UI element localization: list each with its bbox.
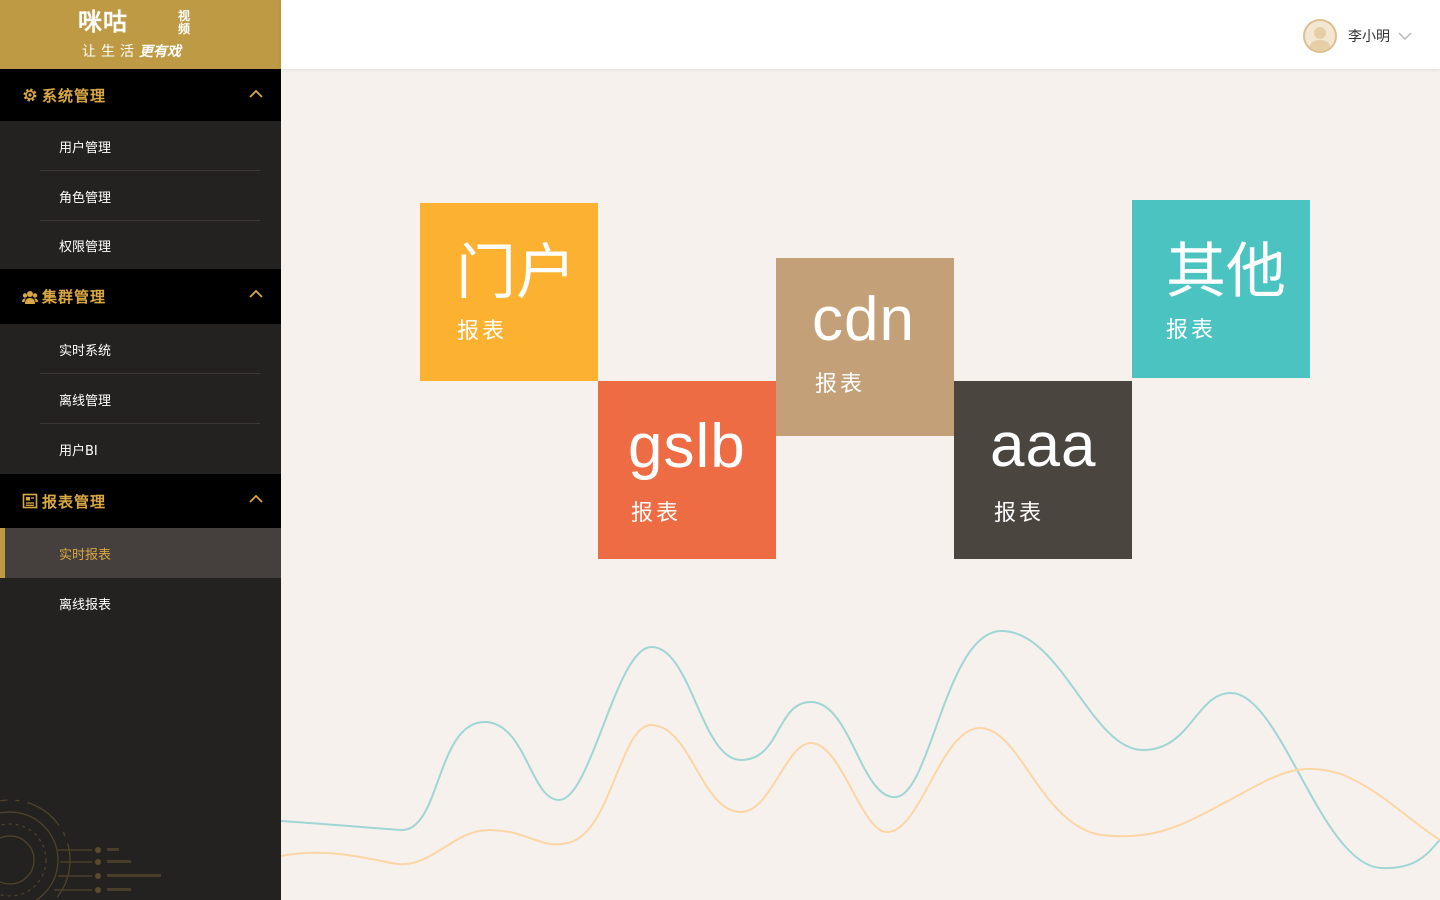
sidebar-item-permission-management[interactable]: 权限管理 <box>0 221 281 269</box>
decorative-wave-lines <box>281 629 1440 870</box>
group-icon <box>22 289 38 305</box>
sidebar-item-role-management[interactable]: 角色管理 <box>0 171 281 221</box>
chevron-up-icon[interactable] <box>249 492 263 506</box>
sidebar-item-label: 用户BI <box>59 443 98 459</box>
username[interactable]: 李小明 <box>1348 26 1390 46</box>
tile-title: 门户 <box>456 238 576 308</box>
nav-group-report[interactable]: 报表管理 <box>0 474 281 528</box>
tile-aaa-report[interactable]: aaa 报表 <box>954 381 1132 559</box>
sidebar-item-label: 离线管理 <box>59 393 112 409</box>
top-header: 李小明 <box>281 0 1440 69</box>
tile-subtitle: 报表 <box>1166 318 1217 343</box>
chevron-up-icon[interactable] <box>249 87 263 101</box>
tile-subtitle: 报表 <box>631 501 682 526</box>
sidebar-item-label: 权限管理 <box>59 239 112 255</box>
logo-text: 咪咕 <box>78 8 128 36</box>
user-menu[interactable]: 李小明 <box>1303 19 1412 53</box>
slogan-emphasis: 更有戏 <box>139 44 181 60</box>
report-icon <box>22 493 38 509</box>
sidebar-item-realtime-report[interactable]: 实时报表 <box>0 528 281 578</box>
avatar[interactable] <box>1303 19 1337 53</box>
tile-title: gslb <box>628 412 746 481</box>
sidebar-item-label: 实时报表 <box>59 547 112 563</box>
sidebar-item-user-bi[interactable]: 用户BI <box>0 424 281 474</box>
chevron-up-icon[interactable] <box>249 287 263 301</box>
tile-gslb-report[interactable]: gslb 报表 <box>598 381 776 559</box>
tile-subtitle: 报表 <box>994 501 1045 526</box>
tile-title: aaa <box>990 411 1097 480</box>
user-silhouette-icon <box>1309 27 1331 51</box>
sidebar-item-offline-management[interactable]: 离线管理 <box>0 374 281 424</box>
sidebar-item-realtime-system[interactable]: 实时系统 <box>0 324 281 374</box>
tile-subtitle: 报表 <box>457 319 508 344</box>
tile-subtitle: 报表 <box>815 372 866 397</box>
gear-icon <box>22 87 38 103</box>
nav-group-system[interactable]: 系统管理 <box>0 69 281 121</box>
nav-group-label: 系统管理 <box>42 86 107 105</box>
logo-sub-text: 视频 <box>178 9 191 36</box>
nav-group-cluster[interactable]: 集群管理 <box>0 269 281 324</box>
sidebar: 咪咕 视频 让生活更有戏 系统管理 用户管理 角色管理 权限管理 集群管理 实时… <box>0 0 281 900</box>
tile-portal-report[interactable]: 门户 报表 <box>420 203 598 381</box>
decorative-dial-graphic <box>0 799 161 900</box>
nav-group-label: 集群管理 <box>42 288 107 306</box>
sidebar-item-offline-report[interactable]: 离线报表 <box>0 578 281 628</box>
sidebar-item-label: 角色管理 <box>59 190 112 206</box>
tile-title: cdn <box>812 285 915 354</box>
tile-other-report[interactable]: 其他 报表 <box>1132 200 1310 378</box>
tile-cdn-report[interactable]: cdn 报表 <box>776 258 954 436</box>
sidebar-item-label: 离线报表 <box>59 597 112 613</box>
sidebar-item-user-management[interactable]: 用户管理 <box>0 121 281 171</box>
slogan: 让生活更有戏 <box>82 43 181 61</box>
brand-logo[interactable]: 咪咕 视频 让生活更有戏 <box>0 0 281 69</box>
tile-title: 其他 <box>1166 237 1286 307</box>
slogan-plain: 让生活 <box>82 44 139 60</box>
chevron-down-icon[interactable] <box>1398 29 1412 43</box>
sidebar-item-label: 实时系统 <box>59 343 112 359</box>
sidebar-item-label: 用户管理 <box>59 140 112 156</box>
nav-group-label: 报表管理 <box>42 492 107 511</box>
